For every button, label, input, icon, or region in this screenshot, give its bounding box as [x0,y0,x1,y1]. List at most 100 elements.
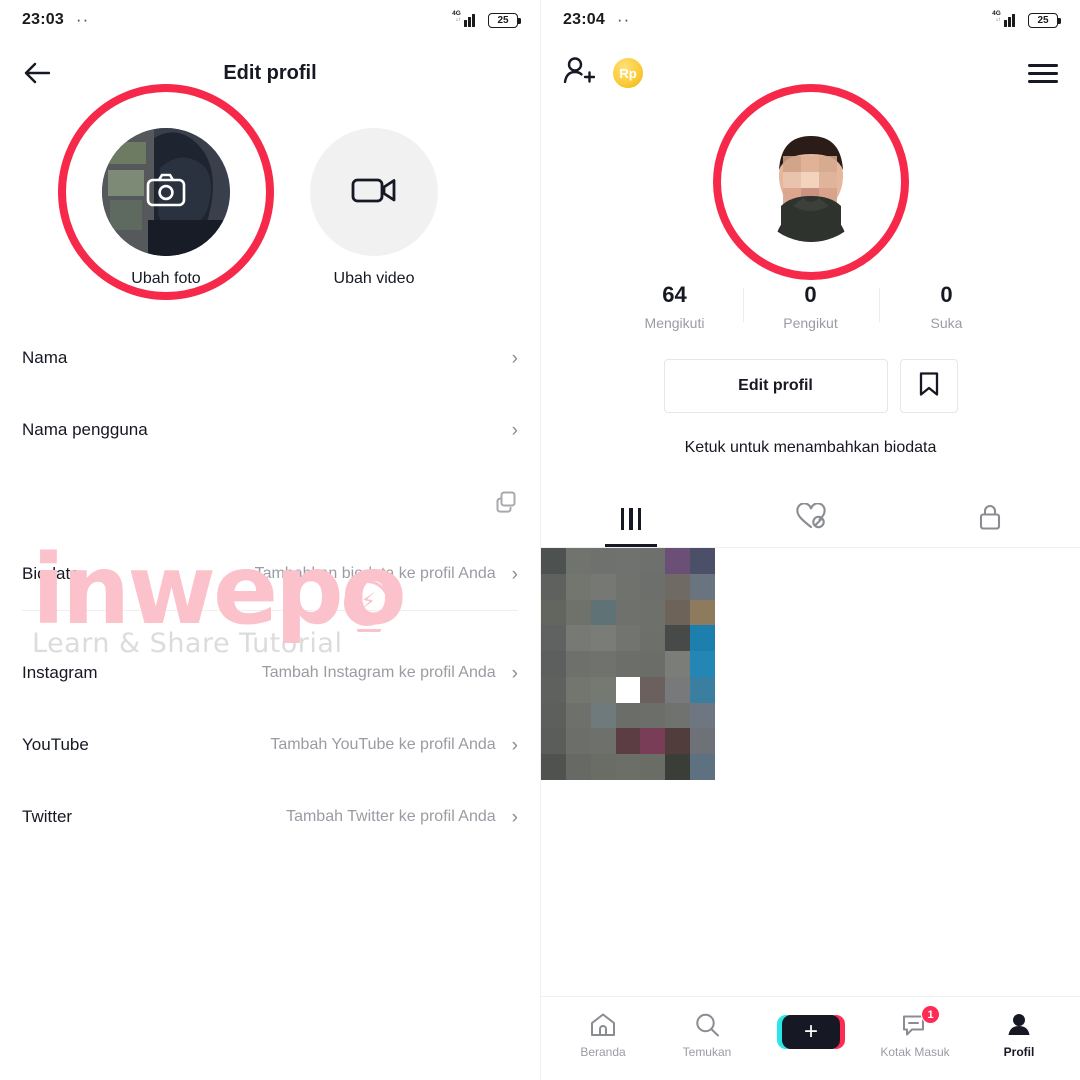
chevron-right-icon: › [511,734,518,756]
signal-icon: 4G ↓↑ [992,10,1019,27]
row-label: Twitter [22,807,73,826]
status-dots-icon: ·· [616,10,631,29]
profile-avatar-area [541,84,1080,280]
grid-icon [620,508,642,530]
plus-glyph: + [782,1015,840,1049]
battery-icon: 25 [1028,12,1061,28]
edit-profile-navbar: Edit profil [0,40,540,106]
change-photo-label: Ubah foto [131,270,201,287]
video-thumbnail[interactable] [541,548,715,780]
avatar-edit-row: Ubah foto Ubah video [0,84,540,300]
battery-level: 25 [497,14,509,26]
home-icon [589,1012,617,1038]
status-bar-left: 23:03 ·· 4G ↓↑ 25 [0,0,540,40]
row-label: Biodata [22,564,80,583]
bottom-navigation: Beranda Temukan + 1 Kotak Masuk Profil [541,996,1080,1080]
stat-following[interactable]: 64 Mengikuti [607,282,743,331]
change-photo-control[interactable]: Ubah foto [58,84,274,300]
row-value: Tambah Instagram ke profil Anda [261,664,496,681]
video-camera-icon [351,175,397,210]
stat-value: 64 [662,282,687,307]
change-video-label: Ubah video [333,270,415,287]
tab-private[interactable] [900,491,1080,547]
back-arrow-icon[interactable] [22,58,52,88]
battery-icon: 25 [488,12,521,28]
stat-value: 0 [940,282,953,307]
row-nama[interactable]: Nama › [0,322,540,394]
row-value: Tambahkan biodata ke profil Anda [254,565,496,582]
status-bar-right: 23:04 ·· 4G ↓↑ 25 [541,0,1080,40]
nav-profil[interactable]: Profil [973,1012,1065,1059]
add-person-icon[interactable] [563,56,596,91]
chevron-right-icon: › [511,806,518,828]
row-value: Tambah Twitter ke profil Anda [286,808,496,825]
inbox-icon: 1 [901,1005,940,1038]
clock: 23:04 [563,11,605,28]
network-type-label: 4G ↓↑ [992,10,1001,23]
row-twitter[interactable]: Twitter Tambah Twitter ke profil Anda › [0,781,540,853]
bookmark-button[interactable] [899,359,958,413]
stat-label: Suka [930,315,963,331]
row-copy-link[interactable] [0,466,540,538]
status-bar-left-group: 23:03 ·· [22,11,89,29]
bio-hint[interactable]: Ketuk untuk menambahkan biodata [541,439,1080,457]
notification-badge: 1 [921,1005,940,1024]
chevron-right-icon: › [511,347,518,369]
tab-posts[interactable] [541,491,721,547]
heart-off-icon [795,501,827,536]
signal-icon: 4G ↓↑ [452,10,479,27]
video-placeholder[interactable] [310,128,438,256]
profile-tabs [541,491,1080,548]
row-value: Tambah YouTube ke profil Anda [270,736,496,753]
nav-label: Kotak Masuk [880,1045,950,1059]
stat-followers[interactable]: 0 Pengikut [742,282,879,331]
nav-beranda[interactable]: Beranda [557,1012,649,1059]
row-youtube[interactable]: YouTube Tambah YouTube ke profil Anda › [0,709,540,781]
profile-photo-thumbnail[interactable] [102,128,230,256]
rp-coin-icon[interactable]: Rp [613,58,643,88]
video-grid [541,548,1080,780]
tab-liked[interactable] [721,491,901,547]
bookmark-icon [918,371,940,402]
copy-icon[interactable] [494,490,518,514]
row-label: Nama pengguna [22,420,148,439]
status-bar-right-group: 4G ↓↑ 25 [992,10,1061,28]
stat-label: Mengikuti [644,315,705,331]
row-biodata[interactable]: Biodata Tambahkan biodata ke profil Anda… [0,538,540,610]
nav-kotak-masuk[interactable]: 1 Kotak Masuk [869,1005,961,1059]
row-label: YouTube [22,735,89,754]
search-icon [693,1012,721,1038]
battery-level: 25 [1037,14,1049,26]
profile-screen: 23:04 ·· 4G ↓↑ 25 Rp 64 Mengikuti 0 Peng… [540,0,1080,1080]
page-title: Edit profil [223,61,317,84]
chevron-right-icon: › [511,563,518,585]
hamburger-menu-icon[interactable] [1028,63,1058,83]
edit-profile-button[interactable]: Edit profil [663,359,888,413]
lock-icon [977,503,1003,536]
profile-stats: 64 Mengikuti 0 Pengikut 0 Suka [541,282,1080,331]
pixelated-thumbnail-image [541,548,715,780]
row-nama-pengguna[interactable]: Nama pengguna › [0,394,540,466]
avatar[interactable] [750,122,871,242]
create-plus-icon[interactable]: + [777,1015,845,1049]
nav-temukan[interactable]: Temukan [661,1012,753,1059]
nav-label: Temukan [682,1045,732,1059]
network-type-label: 4G ↓↑ [452,10,461,23]
camera-icon [146,173,186,212]
profile-actions: Edit profil [541,359,1080,413]
list-gap [0,611,540,637]
chevron-right-icon: › [511,419,518,441]
change-video-control[interactable]: Ubah video [310,128,438,288]
nav-create[interactable]: + [765,1015,857,1056]
stat-likes[interactable]: 0 Suka [878,282,1015,331]
row-label: Instagram [22,663,98,682]
nav-label: Profil [1003,1045,1035,1059]
screenshot-pair: 23:03 ·· 4G ↓↑ 25 Edit profil Ubah foto … [0,0,1080,1080]
person-icon [1005,1012,1033,1038]
status-bar-left-group: 23:04 ·· [563,11,630,29]
row-instagram[interactable]: Instagram Tambah Instagram ke profil And… [0,637,540,709]
stat-label: Pengikut [783,315,838,331]
edit-profile-list: Nama › Nama pengguna › Biodata Tambahkan… [0,322,540,853]
status-bar-right-group: 4G ↓↑ 25 [452,10,521,28]
row-label: Nama [22,348,68,367]
